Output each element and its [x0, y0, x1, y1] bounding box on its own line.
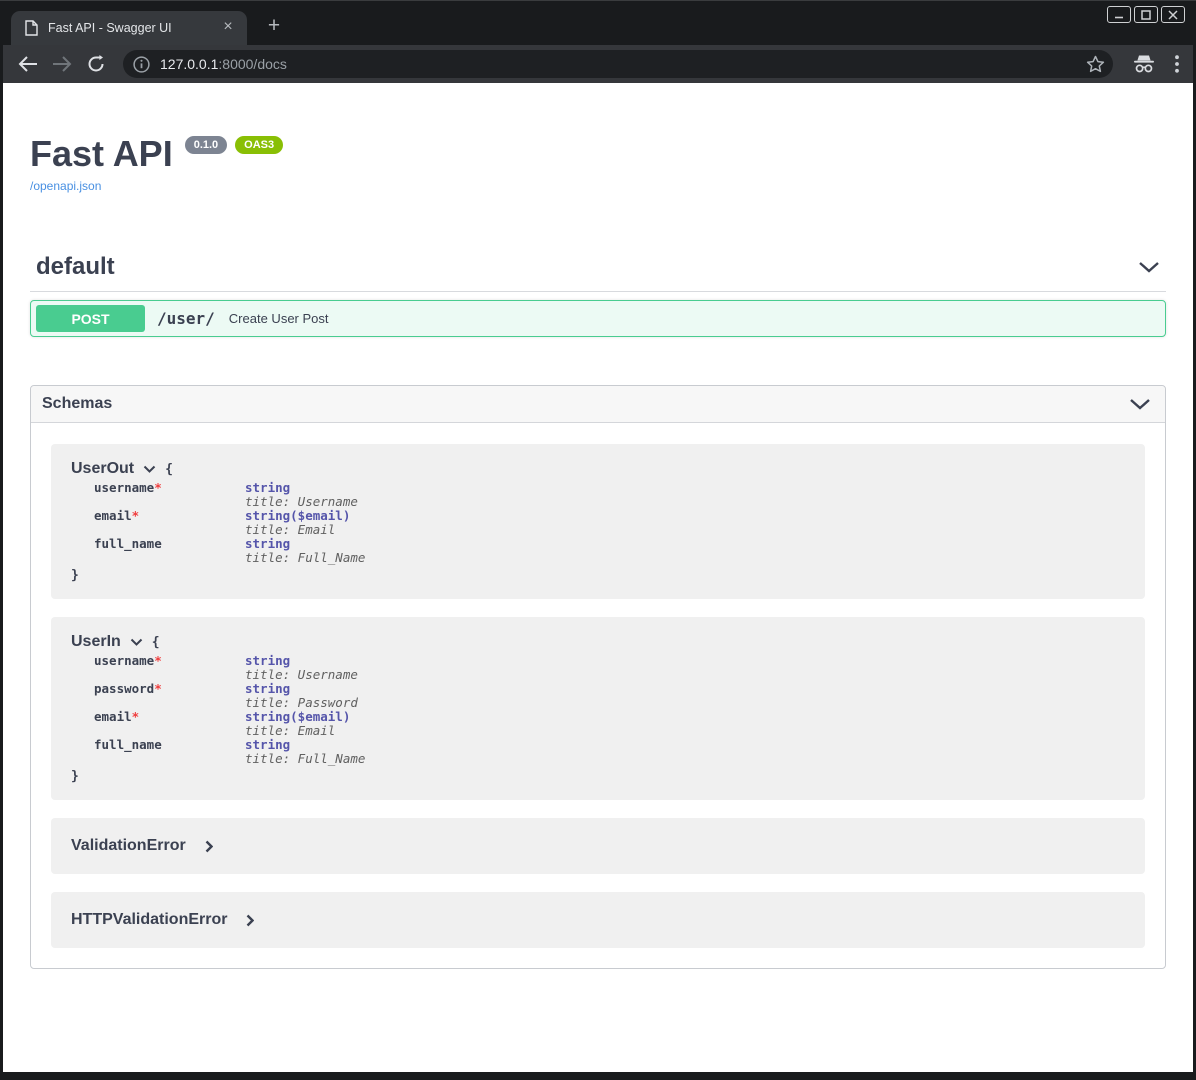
property-name: password*	[94, 682, 245, 710]
property-type: string	[245, 537, 365, 551]
reload-button[interactable]	[81, 49, 111, 79]
oas3-badge: OAS3	[235, 136, 283, 154]
url-host: 127.0.0.1	[160, 56, 218, 72]
url-path: :8000/docs	[218, 56, 287, 72]
incognito-icon	[1131, 54, 1157, 74]
property-title: title: Email	[245, 724, 350, 738]
model-properties: username*stringtitle: Usernamepassword*s…	[94, 654, 1125, 766]
minimize-button[interactable]	[1107, 6, 1131, 23]
open-brace: {	[165, 462, 173, 477]
property-name: full_name	[94, 738, 245, 766]
chevron-right-icon[interactable]	[205, 840, 213, 853]
property-type: string	[245, 654, 358, 668]
operation-summary: Create User Post	[229, 311, 329, 326]
property-row: full_namestringtitle: Full_Name	[94, 537, 1125, 565]
menu-dots-icon[interactable]	[1175, 55, 1179, 73]
method-badge: POST	[36, 305, 145, 332]
api-info: Fast API 0.1.0 OAS3 /openapi.json	[30, 133, 1166, 195]
property-title: title: Username	[245, 668, 358, 682]
browser-toolbar: 127.0.0.1:8000/docs	[3, 45, 1193, 83]
close-brace: }	[71, 769, 1125, 784]
openapi-spec-link[interactable]: /openapi.json	[30, 179, 101, 193]
model-name: HTTPValidationError	[71, 911, 227, 929]
version-badge: 0.1.0	[185, 136, 227, 154]
property-title: title: Username	[245, 495, 358, 509]
model-name: ValidationError	[71, 837, 186, 855]
close-brace: }	[71, 568, 1125, 583]
model-UserIn: UserIn{username*stringtitle: Usernamepas…	[51, 617, 1145, 800]
page-title: Fast API	[30, 133, 173, 175]
address-bar[interactable]: 127.0.0.1:8000/docs	[123, 50, 1113, 78]
property-type: string($email)	[245, 509, 350, 523]
model-header[interactable]: UserIn {	[71, 633, 1125, 651]
property-title: title: Password	[245, 696, 358, 710]
model-properties: username*stringtitle: Usernameemail*stri…	[94, 481, 1125, 565]
model-name: UserOut	[71, 460, 134, 478]
property-row: password*stringtitle: Password	[94, 682, 1125, 710]
chevron-right-icon[interactable]	[246, 914, 254, 927]
model-name: UserIn	[71, 633, 121, 651]
property-title: title: Full_Name	[245, 752, 365, 766]
property-row: email*string($email)title: Email	[94, 710, 1125, 738]
operation-path: /user/	[157, 309, 215, 328]
property-row: username*stringtitle: Username	[94, 654, 1125, 682]
tab-title: Fast API - Swagger UI	[48, 21, 219, 35]
property-title: title: Full_Name	[245, 551, 365, 565]
document-icon	[25, 20, 38, 36]
property-type: string	[245, 682, 358, 696]
property-name: email*	[94, 710, 245, 738]
property-title: title: Email	[245, 523, 350, 537]
open-brace: {	[152, 635, 160, 650]
bookmark-star-icon[interactable]	[1086, 55, 1105, 73]
schemas-section: Schemas UserOut{username*stringtitle: Us…	[30, 385, 1166, 969]
property-row: username*stringtitle: Username	[94, 481, 1125, 509]
new-tab-button[interactable]: +	[261, 14, 287, 38]
property-name: username*	[94, 481, 245, 509]
titlebar: Fast API - Swagger UI × +	[3, 1, 1193, 45]
property-name: username*	[94, 654, 245, 682]
model-UserOut: UserOut{username*stringtitle: Usernameem…	[51, 444, 1145, 599]
maximize-button[interactable]	[1134, 6, 1158, 23]
property-row: email*string($email)title: Email	[94, 509, 1125, 537]
close-button[interactable]	[1161, 6, 1185, 23]
toolbar-right	[1131, 54, 1179, 74]
back-button[interactable]	[13, 49, 43, 79]
required-marker: *	[154, 480, 162, 495]
tag-section-default[interactable]: default	[30, 249, 1166, 292]
chevron-down-icon[interactable]	[1129, 398, 1151, 410]
tab-close-icon[interactable]: ×	[219, 19, 237, 37]
url-text[interactable]: 127.0.0.1:8000/docs	[160, 56, 1086, 72]
forward-button[interactable]	[47, 49, 77, 79]
window-controls	[1107, 6, 1185, 23]
required-marker: *	[154, 681, 162, 696]
required-marker: *	[132, 709, 140, 724]
schemas-heading: Schemas	[42, 395, 112, 413]
schemas-header[interactable]: Schemas	[31, 386, 1165, 423]
chevron-down-icon[interactable]	[143, 465, 156, 473]
model-HTTPValidationError[interactable]: HTTPValidationError	[51, 892, 1145, 948]
opblock-post-user[interactable]: POST /user/ Create User Post	[30, 300, 1166, 337]
chevron-down-icon[interactable]	[130, 638, 143, 646]
property-type: string	[245, 738, 365, 752]
property-name: email*	[94, 509, 245, 537]
property-row: full_namestringtitle: Full_Name	[94, 738, 1125, 766]
tag-name: default	[36, 253, 115, 281]
property-type: string	[245, 481, 358, 495]
browser-tab[interactable]: Fast API - Swagger UI ×	[11, 11, 247, 45]
browser-window: Fast API - Swagger UI × +	[0, 0, 1196, 1080]
swagger-page: Fast API 0.1.0 OAS3 /openapi.json defaul…	[3, 83, 1193, 1072]
chevron-down-icon[interactable]	[1138, 261, 1160, 273]
schemas-body: UserOut{username*stringtitle: Usernameem…	[31, 423, 1165, 968]
model-ValidationError[interactable]: ValidationError	[51, 818, 1145, 874]
required-marker: *	[132, 508, 140, 523]
info-icon[interactable]	[133, 56, 150, 73]
property-type: string($email)	[245, 710, 350, 724]
model-header[interactable]: UserOut {	[71, 460, 1125, 478]
property-name: full_name	[94, 537, 245, 565]
required-marker: *	[154, 653, 162, 668]
